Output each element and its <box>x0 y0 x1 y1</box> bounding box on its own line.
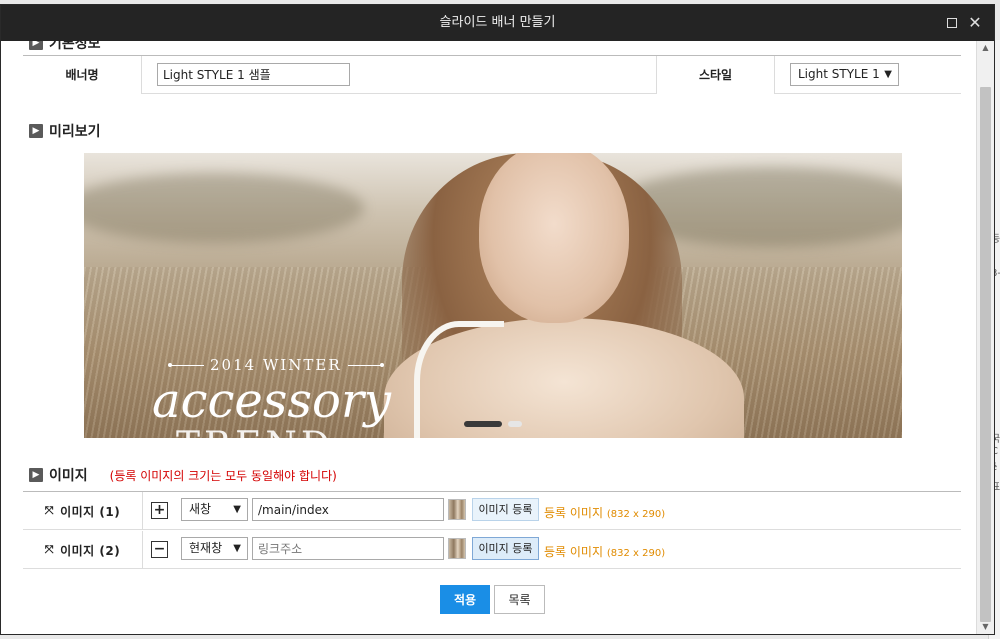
chevron-right-icon: ▶ <box>29 468 43 482</box>
dialog-content: ▶ 기본정보 배너명 스타일 Light STYLE 1 ▼ ▶ 미리보기 <box>1 41 976 636</box>
slide-indicator-active[interactable] <box>464 421 502 427</box>
section-image-title: 이미지 <box>49 468 88 484</box>
image-size-warning: (등록 이미지의 크기는 모두 동일해야 합니다) <box>109 468 337 483</box>
table-divider <box>142 492 143 530</box>
link-target-value: 현재창 <box>189 541 223 555</box>
kicker-line <box>347 363 384 367</box>
banner-subtitle: TREND <box>176 425 334 438</box>
scroll-down-icon[interactable]: ▼ <box>977 620 994 634</box>
maximize-button[interactable] <box>943 14 961 32</box>
image-thumbnail <box>448 499 466 520</box>
chevron-right-icon: ▶ <box>29 41 43 50</box>
drag-handle-icon[interactable]: ⤧ <box>45 543 54 557</box>
section-basic-info-title: 기본정보 <box>49 41 101 52</box>
scroll-up-icon[interactable]: ▲ <box>977 41 994 55</box>
image-register-button[interactable]: 이미지 등록 <box>472 498 539 521</box>
register-image-label: 등록 이미지 <box>544 545 604 559</box>
register-image-size: (832 x 290) <box>606 509 666 520</box>
dropdown-arrow-icon: ▼ <box>233 543 241 554</box>
image-row-label: ⤧ 이미지 (1) <box>23 492 142 530</box>
slide-banner-dialog: 슬라이드 배너 만들기 ✕ ▶ 기본정보 배너명 스타일 Light STYLE… <box>0 4 995 635</box>
image-thumbnail <box>448 538 466 559</box>
image-row-label-text: 이미지 (2) <box>60 543 121 558</box>
close-button[interactable]: ✕ <box>966 14 984 32</box>
image-row-label-text: 이미지 (1) <box>60 504 121 519</box>
dropdown-arrow-icon: ▼ <box>233 504 241 515</box>
image-register-button[interactable]: 이미지 등록 <box>472 537 539 560</box>
image-row-label: ⤧ 이미지 (2) <box>23 531 142 569</box>
background-hill <box>84 173 364 243</box>
dialog-scrollbar[interactable]: ▲ ▼ <box>976 41 994 634</box>
banner-kicker-text: 2014 WINTER <box>210 356 342 374</box>
register-image-label: 등록 이미지 <box>544 506 604 520</box>
register-image-size: (832 x 290) <box>606 548 666 559</box>
table-divider <box>142 531 143 569</box>
apply-button[interactable]: 적용 <box>440 585 490 614</box>
scroll-thumb[interactable] <box>980 87 991 622</box>
style-select-value: Light STYLE 1 <box>798 67 880 81</box>
image-row: ⤧ 이미지 (2) − 현재창 ▼ 이미지 등록 등록 이미지 (832 x 2… <box>23 531 961 569</box>
link-url-input[interactable] <box>252 537 444 560</box>
link-url-input[interactable] <box>252 498 444 521</box>
section-preview: ▶ 미리보기 <box>29 121 101 141</box>
add-row-button[interactable]: + <box>151 502 168 519</box>
kicker-line <box>168 363 204 367</box>
close-icon: ✕ <box>968 13 982 32</box>
dialog-titlebar[interactable]: 슬라이드 배너 만들기 ✕ <box>1 5 994 41</box>
model-face <box>479 153 629 323</box>
table-divider <box>774 56 775 94</box>
link-target-select[interactable]: 현재창 ▼ <box>181 537 248 560</box>
dropdown-arrow-icon: ▼ <box>884 69 892 80</box>
remove-row-button[interactable]: − <box>151 541 168 558</box>
banner-title: accessory <box>152 373 392 429</box>
dialog-title: 슬라이드 배너 만들기 <box>439 15 556 30</box>
drag-handle-icon[interactable]: ⤧ <box>45 504 54 518</box>
register-image-info: 등록 이미지 (832 x 290) <box>544 543 665 560</box>
section-image: ▶ 이미지 (등록 이미지의 크기는 모두 동일해야 합니다) <box>29 465 337 485</box>
chevron-right-icon: ▶ <box>29 124 43 138</box>
style-label: 스타일 <box>657 56 774 94</box>
register-image-info: 등록 이미지 (832 x 290) <box>544 504 665 521</box>
section-basic-info: ▶ 기본정보 <box>29 41 101 53</box>
slide-indicator[interactable] <box>508 421 522 427</box>
image-table: ⤧ 이미지 (1) + 새창 ▼ 이미지 등록 등록 이미지 (832 x 29… <box>23 491 961 569</box>
list-button[interactable]: 목록 <box>494 585 545 614</box>
basic-info-table: 배너명 스타일 Light STYLE 1 ▼ <box>23 55 961 94</box>
link-target-select[interactable]: 새창 ▼ <box>181 498 248 521</box>
maximize-icon <box>947 18 957 28</box>
link-target-value: 새창 <box>189 502 212 516</box>
style-select[interactable]: Light STYLE 1 ▼ <box>790 63 899 86</box>
image-row: ⤧ 이미지 (1) + 새창 ▼ 이미지 등록 등록 이미지 (832 x 29… <box>23 492 961 530</box>
banner-kicker: 2014 WINTER <box>164 356 388 374</box>
banner-preview: 2014 WINTER accessory TREND <box>84 153 902 438</box>
banner-name-input[interactable] <box>157 63 350 86</box>
banner-name-label: 배너명 <box>23 56 141 94</box>
table-divider <box>141 56 142 94</box>
section-preview-title: 미리보기 <box>49 124 101 140</box>
